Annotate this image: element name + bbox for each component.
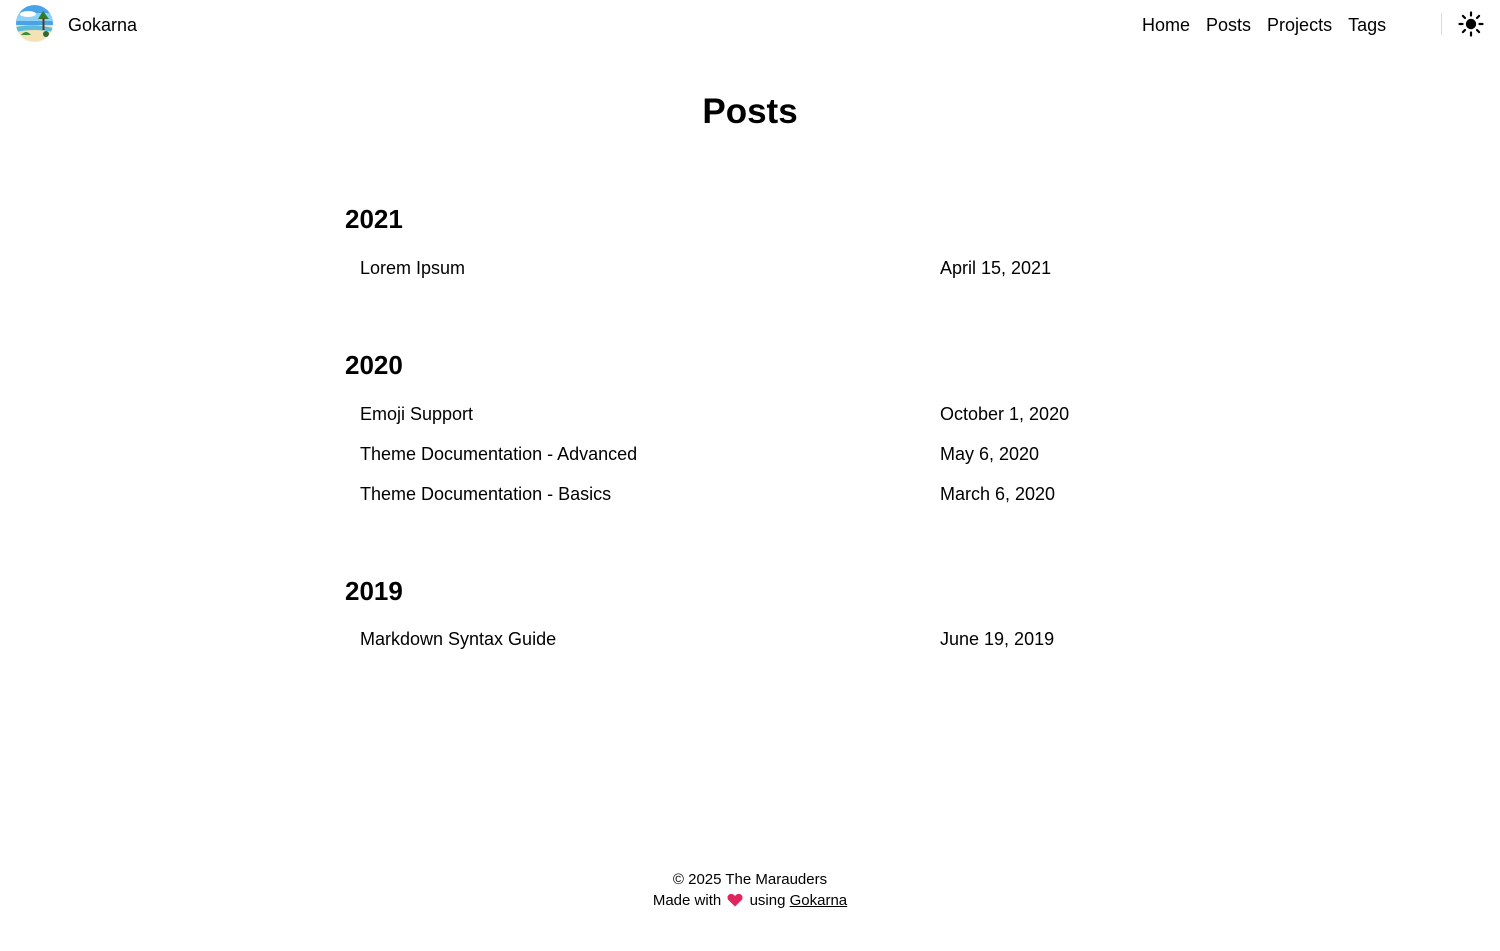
post-list-item: Theme Documentation - Basics March 6, 20… bbox=[360, 482, 1160, 506]
post-date: May 6, 2020 bbox=[940, 444, 1040, 464]
page-title: Posts bbox=[702, 92, 798, 131]
post-title-link[interactable]: Emoji Support bbox=[360, 402, 473, 426]
post-title-link[interactable]: Theme Documentation - Basics bbox=[360, 482, 611, 506]
year-heading: 2021 bbox=[345, 204, 403, 234]
nav-projects[interactable]: Projects bbox=[1267, 15, 1332, 35]
post-date: June 19, 2019 bbox=[940, 629, 1055, 649]
post-title-link[interactable]: Markdown Syntax Guide bbox=[360, 627, 556, 651]
main-nav: Home Posts Projects Tags bbox=[1142, 15, 1386, 35]
made-with-suffix: using bbox=[749, 892, 786, 909]
post-date: October 1, 2020 bbox=[940, 404, 1070, 424]
post-title-link[interactable]: Theme Documentation - Advanced bbox=[360, 442, 637, 466]
heart-icon bbox=[727, 893, 743, 907]
copyright-text: © 2025 The Marauders bbox=[672, 871, 828, 888]
made-with-prefix: Made with bbox=[652, 892, 722, 909]
post-list-item: Lorem Ipsum April 15, 2021 bbox=[360, 256, 1160, 280]
nav-tags[interactable]: Tags bbox=[1348, 15, 1386, 35]
post-list-item: Markdown Syntax Guide June 19, 2019 bbox=[360, 627, 1160, 651]
post-list-item: Theme Documentation - Advanced May 6, 20… bbox=[360, 442, 1160, 466]
site-title[interactable]: Gokarna bbox=[68, 15, 137, 35]
year-heading: 2020 bbox=[345, 350, 403, 380]
post-date: April 15, 2021 bbox=[940, 258, 1052, 278]
site-footer: © 2025 The Marauders Made with using Gok… bbox=[0, 869, 1500, 911]
nav-posts[interactable]: Posts bbox=[1206, 15, 1251, 35]
post-date: March 6, 2020 bbox=[940, 484, 1056, 504]
gokarna-link[interactable]: Gokarna bbox=[790, 892, 848, 909]
post-title-link[interactable]: Lorem Ipsum bbox=[360, 256, 465, 280]
avatar[interactable] bbox=[16, 5, 53, 42]
sun-icon bbox=[1458, 11, 1484, 37]
made-with-line: Made with using Gokarna bbox=[0, 890, 1500, 911]
avatar-image bbox=[16, 5, 53, 42]
year-heading: 2019 bbox=[345, 576, 403, 606]
post-list-item: Emoji Support October 1, 2020 bbox=[360, 402, 1160, 426]
nav-divider bbox=[1441, 13, 1442, 35]
theme-toggle-button[interactable] bbox=[1458, 11, 1484, 37]
nav-home[interactable]: Home bbox=[1142, 15, 1190, 35]
site-header: Gokarna Home Posts Projects Tags bbox=[0, 0, 1500, 50]
